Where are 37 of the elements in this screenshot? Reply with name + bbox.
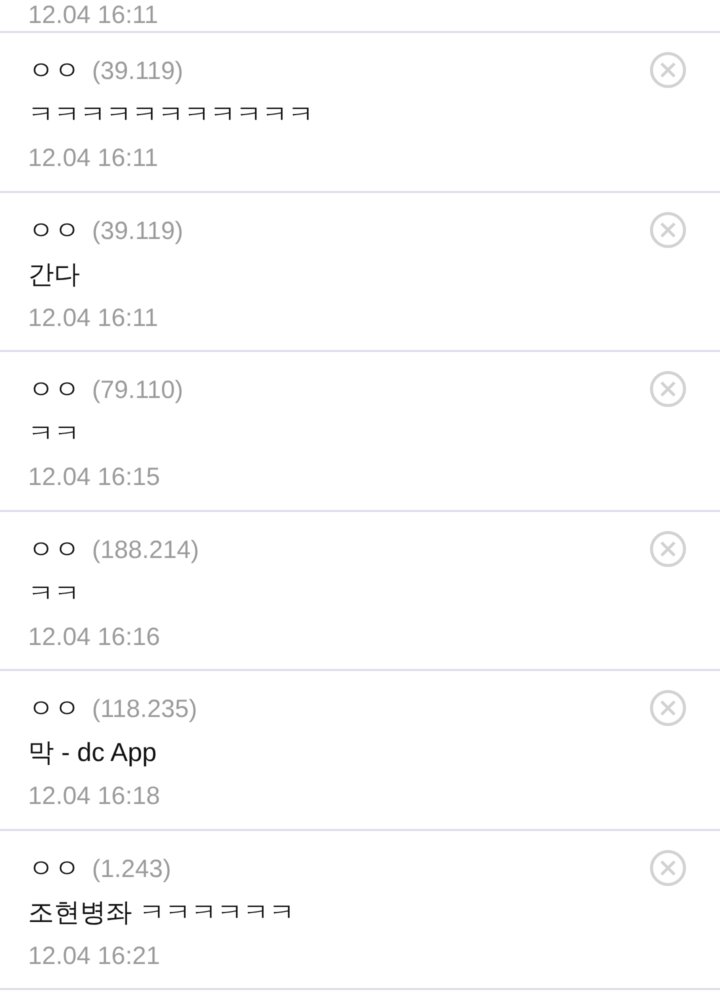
comment-date: 12.04 16:18 bbox=[28, 782, 160, 810]
author-name: ㅇㅇ bbox=[28, 214, 80, 244]
delete-button[interactable] bbox=[650, 52, 686, 88]
comment-text: ㅋㅋ bbox=[28, 418, 80, 448]
author-name: ㅇㅇ bbox=[28, 374, 80, 404]
comment-date: 12.04 16:11 bbox=[28, 304, 158, 332]
author-ip: (118.235) bbox=[92, 695, 198, 723]
close-icon bbox=[650, 371, 686, 407]
comment-text: ㅋㅋㅋㅋㅋㅋㅋㅋㅋㅋㅋ bbox=[28, 99, 314, 129]
author-name: ㅇㅇ bbox=[28, 55, 80, 85]
comment-date: 12.04 16:15 bbox=[28, 463, 160, 491]
close-icon bbox=[650, 690, 686, 726]
delete-button[interactable] bbox=[650, 690, 686, 726]
delete-button[interactable] bbox=[650, 371, 686, 407]
comment-date: 12.04 16:21 bbox=[28, 942, 160, 970]
close-icon bbox=[650, 530, 686, 566]
comment-text: ㅋㅋ bbox=[28, 578, 80, 608]
comment-text: 조현병좌 ㅋㅋㅋㅋㅋㅋ bbox=[28, 896, 296, 926]
comment-date: 12.04 16:16 bbox=[28, 622, 160, 650]
author-ip: (39.119) bbox=[92, 216, 184, 244]
delete-button[interactable] bbox=[650, 850, 686, 886]
comment-text: 간다 bbox=[28, 258, 80, 288]
author-name: ㅇㅇ bbox=[28, 852, 80, 882]
delete-button[interactable] bbox=[650, 530, 686, 566]
author-ip: (188.214) bbox=[92, 536, 200, 564]
delete-button[interactable] bbox=[650, 212, 686, 248]
comment-date: 12.04 16:11 bbox=[28, 1, 158, 29]
author-name: ㅇㅇ bbox=[28, 693, 80, 723]
comment-date: 12.04 16:11 bbox=[28, 144, 158, 172]
author-name: ㅇㅇ bbox=[28, 534, 80, 564]
comment-text: 막 - dc App bbox=[28, 737, 157, 767]
author-ip: (39.119) bbox=[92, 57, 184, 85]
author-ip: (79.110) bbox=[92, 376, 184, 404]
close-icon bbox=[650, 850, 686, 886]
close-icon bbox=[650, 212, 686, 248]
close-icon bbox=[650, 52, 686, 88]
author-ip: (1.243) bbox=[92, 854, 172, 882]
